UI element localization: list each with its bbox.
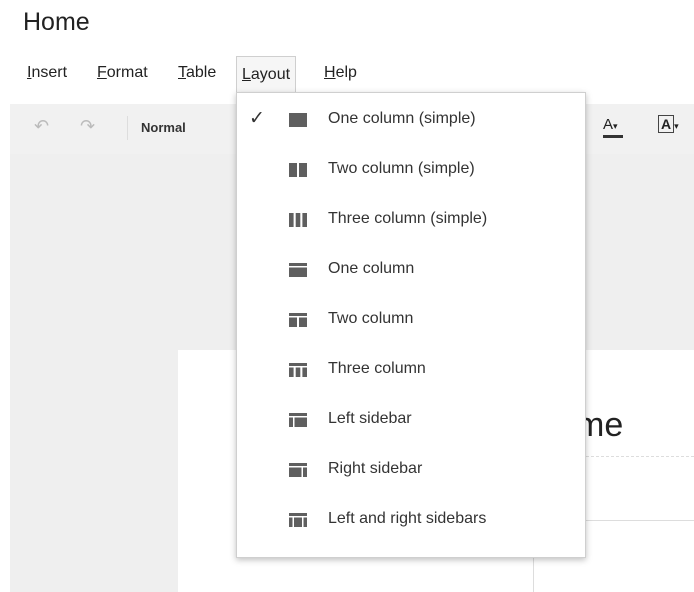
layout-option-label: Left sidebar xyxy=(328,410,412,427)
layout-option-label: Two column xyxy=(328,310,414,327)
layout-option-label: Three column (simple) xyxy=(328,210,488,227)
layout-option-label: Left and right sidebars xyxy=(328,510,487,527)
menu-help-accel: H xyxy=(324,64,336,81)
menu-table-label: able xyxy=(186,64,217,81)
check-icon: ✓ xyxy=(249,108,265,129)
menu-bar: Insert Format Table Layout Help xyxy=(0,56,694,94)
left-right-sidebars-icon xyxy=(289,513,307,527)
layout-option-two-column-simple[interactable]: Two column (simple) xyxy=(237,145,585,195)
menu-table-accel: T xyxy=(178,64,186,81)
layout-dropdown-menu: ✓ One column (simple) Two column (simple… xyxy=(236,92,586,558)
right-sidebar-icon xyxy=(289,463,307,477)
heading-divider xyxy=(576,456,694,457)
layout-option-label: One column xyxy=(328,260,415,277)
two-column-simple-icon xyxy=(289,163,307,177)
layout-option-label: One column (simple) xyxy=(328,110,476,127)
layout-option-label: Two column (simple) xyxy=(328,160,475,177)
menu-format-accel: F xyxy=(97,64,107,81)
highlight-color-button[interactable]: A ▾ xyxy=(658,115,679,133)
layout-option-right-sidebar[interactable]: Right sidebar xyxy=(237,445,585,495)
one-column-simple-icon xyxy=(289,113,307,127)
menu-table[interactable]: Table xyxy=(176,64,218,82)
redo-icon[interactable]: ↷ xyxy=(80,116,95,137)
one-column-icon xyxy=(289,263,307,277)
page-title: Home xyxy=(23,8,90,36)
layout-option-two-column[interactable]: Two column xyxy=(237,295,585,345)
undo-icon[interactable]: ↶ xyxy=(34,116,49,137)
menu-format[interactable]: Format xyxy=(95,64,150,82)
layout-option-label: Right sidebar xyxy=(328,460,423,477)
highlight-label: A xyxy=(658,115,675,133)
two-column-icon xyxy=(289,313,307,327)
menu-help-label: elp xyxy=(335,64,357,81)
menu-help[interactable]: Help xyxy=(322,64,359,82)
menu-format-label: ormat xyxy=(106,64,148,81)
font-color-label: A xyxy=(603,116,614,133)
menu-insert[interactable]: Insert xyxy=(25,64,69,82)
menu-insert-label: nsert xyxy=(31,64,68,81)
menu-layout-accel: L xyxy=(242,66,251,83)
layout-option-label: Three column xyxy=(328,360,426,377)
three-column-simple-icon xyxy=(289,213,307,227)
three-column-icon xyxy=(289,363,307,377)
layout-option-three-column[interactable]: Three column xyxy=(237,345,585,395)
layout-option-one-column-simple[interactable]: ✓ One column (simple) xyxy=(237,95,585,145)
paragraph-style-select[interactable]: Normal xyxy=(141,120,186,135)
layout-option-left-right-sidebars[interactable]: Left and right sidebars xyxy=(237,495,585,545)
menu-layout[interactable]: Layout xyxy=(236,56,297,92)
layout-option-one-column[interactable]: One column xyxy=(237,245,585,295)
layout-option-left-sidebar[interactable]: Left sidebar xyxy=(237,395,585,445)
font-color-button[interactable]: A▾ xyxy=(603,116,623,138)
toolbar-divider xyxy=(127,116,128,140)
menu-layout-label: ayout xyxy=(250,66,291,83)
layout-option-three-column-simple[interactable]: Three column (simple) xyxy=(237,195,585,245)
left-sidebar-icon xyxy=(289,413,307,427)
